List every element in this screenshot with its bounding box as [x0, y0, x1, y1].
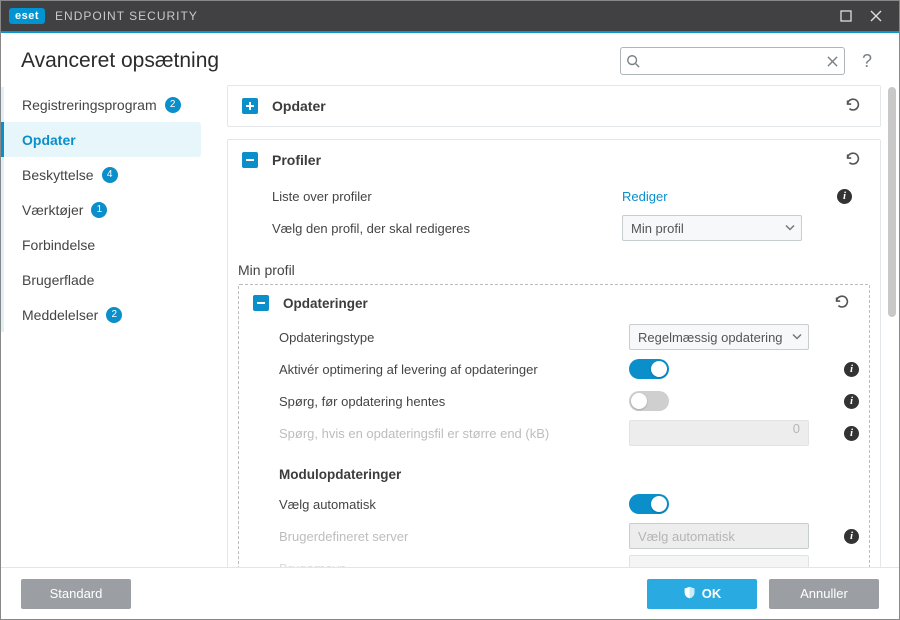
- info-icon[interactable]: i: [837, 189, 852, 204]
- update-type-value: Regelmæssig opdatering: [638, 330, 783, 345]
- ask-if-larger-input: 0: [629, 420, 809, 446]
- default-button[interactable]: Standard: [21, 579, 131, 609]
- profile-select-label: Vælg den profil, der skal redigeres: [272, 221, 622, 236]
- ask-before-download-toggle[interactable]: [629, 391, 669, 411]
- panel-opdater: Opdater: [227, 85, 881, 127]
- collapse-icon[interactable]: [242, 152, 258, 168]
- auto-select-toggle[interactable]: [629, 494, 669, 514]
- sidebar-item-label: Meddelelser: [22, 307, 98, 323]
- sidebar-badge: 4: [102, 167, 118, 183]
- page-title: Avanceret opsætning: [21, 49, 219, 73]
- scrollbar[interactable]: [885, 83, 899, 567]
- custom-server-input: Vælg automatisk: [629, 523, 809, 549]
- subpanel-title: Opdateringer: [283, 296, 829, 311]
- scrollbar-thumb[interactable]: [888, 87, 896, 317]
- product-name: ENDPOINT SECURITY: [55, 9, 198, 23]
- sidebar-item-label: Forbindelse: [22, 237, 95, 253]
- panel-header-profiler[interactable]: Profiler: [228, 140, 880, 180]
- undo-icon[interactable]: [840, 94, 866, 119]
- auto-select-label: Vælg automatisk: [279, 497, 629, 512]
- undo-icon[interactable]: [840, 148, 866, 173]
- custom-server-label: Brugerdefineret server: [279, 529, 629, 544]
- panel-title: Opdater: [272, 98, 840, 114]
- panel-header-opdater[interactable]: Opdater: [228, 86, 880, 126]
- delivery-optimization-toggle[interactable]: [629, 359, 669, 379]
- sidebar-item-beskyttelse[interactable]: Beskyttelse 4: [1, 157, 201, 192]
- search-field[interactable]: [620, 47, 845, 75]
- profile-list-label: Liste over profiler: [272, 189, 622, 204]
- username-label: Brugernavn: [279, 561, 629, 568]
- collapse-icon[interactable]: [253, 295, 269, 311]
- ok-button[interactable]: OK: [647, 579, 757, 609]
- brand-badge: eset: [9, 8, 45, 24]
- app-window: eset ENDPOINT SECURITY Avanceret opsætni…: [0, 0, 900, 620]
- custom-server-value: Vælg automatisk: [638, 529, 735, 544]
- sidebar-item-brugerflade[interactable]: Brugerflade: [1, 262, 201, 297]
- chevron-down-icon: [785, 221, 795, 236]
- ask-before-download-label: Spørg, før opdatering hentes: [279, 394, 629, 409]
- sidebar-item-label: Registreringsprogram: [22, 97, 157, 113]
- search-input[interactable]: [645, 54, 821, 69]
- window-close-button[interactable]: [861, 1, 891, 31]
- sidebar-badge: 2: [106, 307, 122, 323]
- sidebar-item-label: Beskyttelse: [22, 167, 94, 183]
- info-icon[interactable]: i: [844, 394, 859, 409]
- sidebar-item-label: Brugerflade: [22, 272, 94, 288]
- help-button[interactable]: ?: [855, 51, 879, 72]
- panel-profiler: Profiler Liste over profiler Rediger i V…: [227, 139, 881, 567]
- profile-select-value: Min profil: [631, 221, 684, 236]
- info-icon[interactable]: i: [844, 426, 859, 441]
- info-icon[interactable]: i: [844, 529, 859, 544]
- update-type-select[interactable]: Regelmæssig opdatering: [629, 324, 809, 350]
- subpanel-header-opdateringer[interactable]: Opdateringer: [239, 285, 869, 321]
- sidebar-item-opdater[interactable]: Opdater: [1, 122, 201, 157]
- shield-icon: [683, 586, 696, 602]
- sidebar-item-vaerktoejer[interactable]: Værktøjer 1: [1, 192, 201, 227]
- sidebar-item-forbindelse[interactable]: Forbindelse: [1, 227, 201, 262]
- chevron-down-icon: [792, 330, 802, 345]
- window-maximize-button[interactable]: [831, 1, 861, 31]
- delivery-optimization-label: Aktivér optimering af levering af opdate…: [279, 362, 629, 377]
- search-icon: [621, 54, 645, 68]
- header: Avanceret opsætning ?: [1, 33, 899, 83]
- sidebar-badge: 2: [165, 97, 181, 113]
- content-area: Opdater Profiler: [207, 83, 885, 567]
- titlebar: eset ENDPOINT SECURITY: [1, 1, 899, 31]
- sidebar: Registreringsprogram 2 Opdater Beskyttel…: [1, 83, 207, 567]
- sidebar-badge: 1: [91, 202, 107, 218]
- ask-if-larger-label: Spørg, hvis en opdateringsfil er større …: [279, 426, 629, 441]
- footer: Standard OK Annuller: [1, 567, 899, 619]
- module-updates-heading: Modulopdateringer: [279, 467, 859, 482]
- sidebar-item-label: Opdater: [22, 132, 76, 148]
- undo-icon[interactable]: [829, 291, 855, 316]
- edit-profiles-link[interactable]: Rediger: [622, 189, 668, 204]
- update-type-label: Opdateringstype: [279, 330, 629, 345]
- profile-select[interactable]: Min profil: [622, 215, 802, 241]
- panel-title: Profiler: [272, 152, 840, 168]
- username-input: [629, 555, 809, 567]
- ok-button-label: OK: [702, 586, 722, 601]
- expand-icon[interactable]: [242, 98, 258, 114]
- subpanel-opdateringer: Opdateringer Opdateringstype Regelmæssig…: [238, 284, 870, 567]
- sidebar-item-registreringsprogram[interactable]: Registreringsprogram 2: [1, 87, 201, 122]
- sidebar-item-meddelelser[interactable]: Meddelelser 2: [1, 297, 201, 332]
- clear-search-icon[interactable]: [821, 56, 844, 67]
- cancel-button[interactable]: Annuller: [769, 579, 879, 609]
- info-icon[interactable]: i: [844, 362, 859, 377]
- active-profile-caption: Min profil: [238, 262, 880, 278]
- sidebar-item-label: Værktøjer: [22, 202, 83, 218]
